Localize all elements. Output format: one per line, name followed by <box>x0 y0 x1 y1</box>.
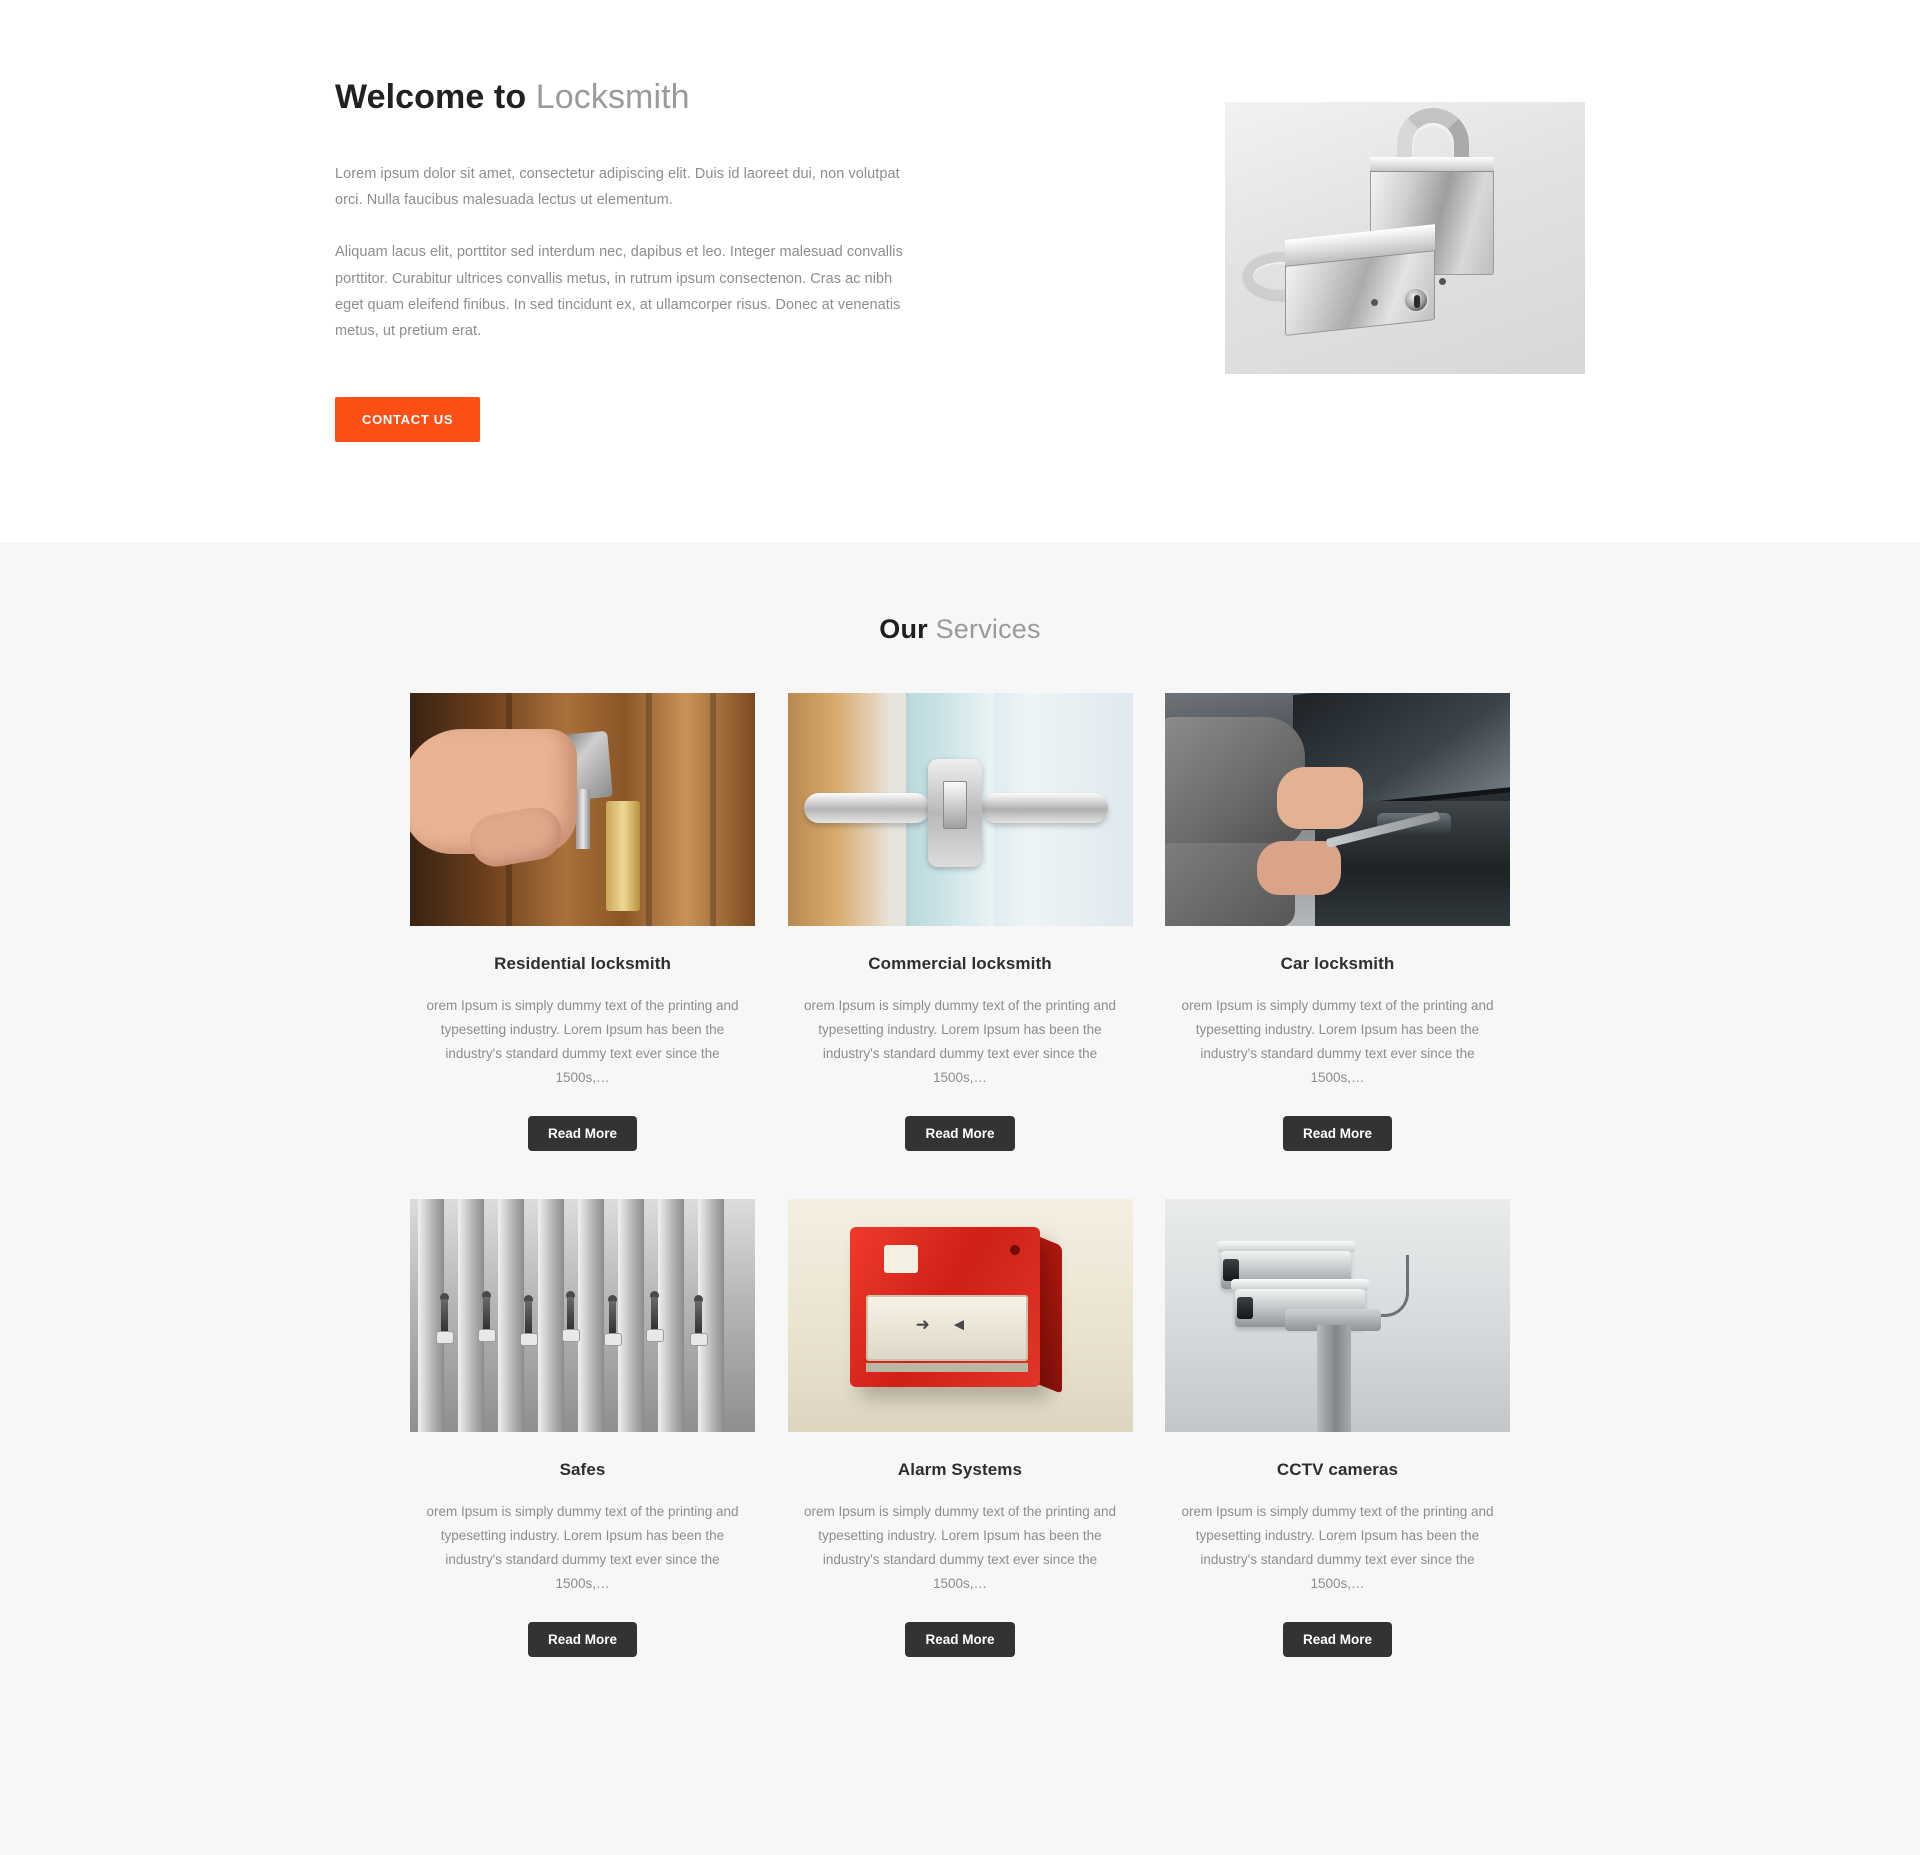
residential-locksmith-photo <box>410 692 755 926</box>
service-card-text: orem Ipsum is simply dummy text of the p… <box>1181 997 1494 1085</box>
service-card: CCTV cameras orem Ipsum is simply dummy … <box>1165 1198 1510 1657</box>
service-card-title: Alarm Systems <box>897 1459 1023 1479</box>
hero-paragraph-1: Lorem ipsum dolor sit amet, consectetur … <box>335 165 900 208</box>
service-card-title: Car locksmith <box>1280 953 1395 973</box>
alarm-arrows-label: ➜ ◄ <box>915 1314 976 1334</box>
cctv-pole <box>1317 1324 1351 1432</box>
door-latch-icon <box>942 780 967 829</box>
alarm-led-icon <box>1009 1244 1020 1255</box>
page-title: Welcome to Locksmith <box>335 76 955 119</box>
service-card-image <box>1165 692 1510 926</box>
door-handle-left <box>803 792 930 823</box>
car-locksmith-photo <box>1165 692 1510 926</box>
hero-image-column <box>955 62 1585 374</box>
hero-text-column: Welcome to Locksmith Lorem ipsum dolor s… <box>335 62 955 442</box>
padlock-keyhole-icon <box>1403 287 1429 313</box>
service-card-text: orem Ipsum is simply dummy text of the p… <box>803 1503 1117 1591</box>
hand-shape-lower <box>1257 840 1341 895</box>
contact-us-button[interactable]: CONTACT US <box>335 396 481 442</box>
service-card-title: CCTV cameras <box>1276 1459 1399 1479</box>
service-card-image <box>787 692 1133 926</box>
services-title-strong: Our <box>879 613 928 644</box>
service-card-image <box>1165 1198 1510 1432</box>
safes-photo <box>410 1198 755 1432</box>
service-card-title: Residential locksmith <box>494 953 671 973</box>
services-title: Our Services <box>0 614 1920 645</box>
service-card-text: orem Ipsum is simply dummy text of the p… <box>426 1503 739 1591</box>
hero-paragraph-2: Aliquam lacus elit, porttitor sed interd… <box>335 244 903 340</box>
alarm-systems-photo: ➜ ◄ <box>787 1198 1133 1432</box>
commercial-locksmith-photo <box>787 692 1133 926</box>
padlock-front-body <box>1285 224 1435 336</box>
read-more-button[interactable]: Read More <box>1282 1115 1393 1151</box>
service-card-image <box>410 692 755 926</box>
read-more-button[interactable]: Read More <box>1282 1621 1393 1657</box>
hero-row: Welcome to Locksmith Lorem ipsum dolor s… <box>335 62 1585 442</box>
read-more-button[interactable]: Read More <box>527 1115 638 1151</box>
service-card-image: ➜ ◄ <box>787 1198 1133 1432</box>
service-card-text: orem Ipsum is simply dummy text of the p… <box>1181 1503 1494 1591</box>
padlocks-image <box>1225 102 1585 374</box>
padlock-pin-left <box>1371 299 1378 306</box>
padlock-pin-right <box>1439 278 1446 285</box>
service-card: ➜ ◄ Alarm Systems orem Ipsum is simply d… <box>787 1198 1133 1657</box>
page-title-light: Locksmith <box>535 78 690 116</box>
hero-section: Welcome to Locksmith Lorem ipsum dolor s… <box>0 0 1920 542</box>
cctv-cameras-photo <box>1165 1198 1510 1432</box>
services-section: Our Services Residential locksmith orem … <box>0 541 1920 1855</box>
services-title-light: Services <box>935 613 1041 644</box>
service-card-text: orem Ipsum is simply dummy text of the p… <box>803 997 1117 1085</box>
door-handle-right <box>981 792 1108 823</box>
read-more-button[interactable]: Read More <box>527 1621 638 1657</box>
service-card-image <box>410 1198 755 1432</box>
hand-shape-upper <box>1277 766 1363 829</box>
alarm-pictogram-icon <box>883 1244 918 1273</box>
service-card: Commercial locksmith orem Ipsum is simpl… <box>787 692 1133 1151</box>
service-card-text: orem Ipsum is simply dummy text of the p… <box>426 997 739 1085</box>
services-grid: Residential locksmith orem Ipsum is simp… <box>410 692 1510 1705</box>
service-card-title: Commercial locksmith <box>868 953 1052 973</box>
service-card: Safes orem Ipsum is simply dummy text of… <box>410 1198 755 1657</box>
read-more-button[interactable]: Read More <box>905 1115 1015 1151</box>
read-more-button[interactable]: Read More <box>905 1621 1015 1657</box>
service-card: Car locksmith orem Ipsum is simply dummy… <box>1165 692 1510 1151</box>
page-title-strong: Welcome to <box>335 78 527 116</box>
service-card: Residential locksmith orem Ipsum is simp… <box>410 692 755 1151</box>
service-card-title: Safes <box>559 1459 606 1479</box>
hero-container: Welcome to Locksmith Lorem ipsum dolor s… <box>335 62 1585 442</box>
